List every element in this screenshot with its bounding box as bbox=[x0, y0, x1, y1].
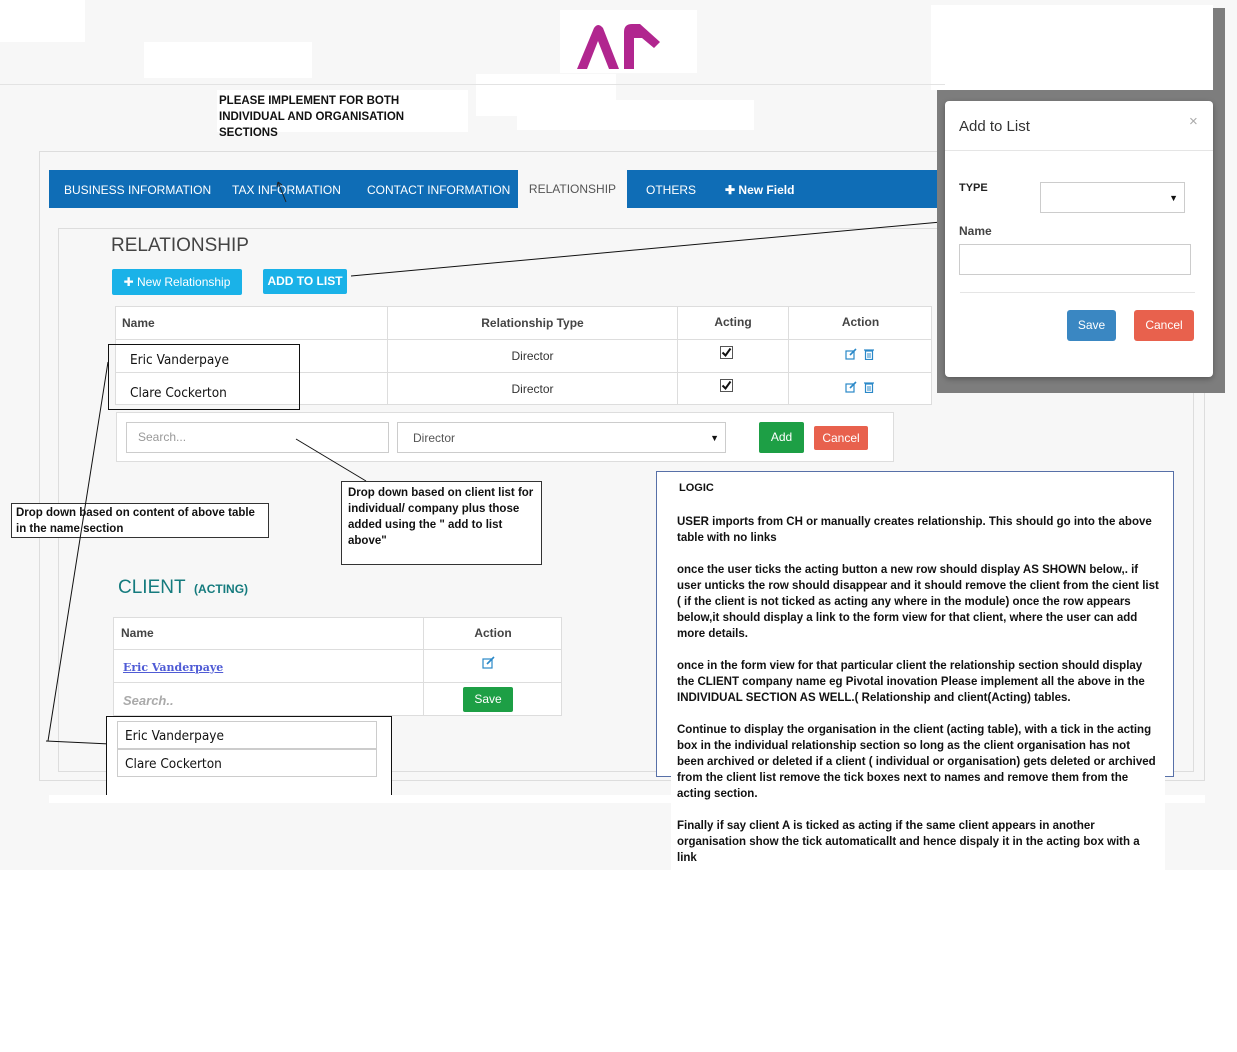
edit-icon[interactable] bbox=[482, 656, 495, 669]
client-title: CLIENT (ACTING) bbox=[118, 577, 248, 599]
logic-paragraph: Continue to display the organisation in … bbox=[677, 724, 1156, 800]
logic-paragraph: once in the form view for that particula… bbox=[677, 660, 1145, 704]
client-dropdown-option[interactable]: Clare Cockerton bbox=[117, 749, 377, 777]
logic-paragraph: once the user ticks the acting button a … bbox=[677, 564, 1159, 640]
modal-type-select[interactable]: ▼ bbox=[1040, 182, 1185, 213]
modal-footer-divider bbox=[960, 292, 1195, 293]
client-table-hline-1 bbox=[113, 649, 562, 650]
client-search-input[interactable]: Search.. bbox=[123, 693, 174, 708]
modal-save-button[interactable]: Save bbox=[1067, 310, 1116, 341]
client-title-text: CLIENT bbox=[118, 577, 186, 598]
add-to-list-modal: Add to List × TYPE ▼ Name Save Cancel bbox=[945, 101, 1213, 377]
client-name-link[interactable]: Eric Vanderpaye bbox=[123, 661, 223, 674]
modal-name-input[interactable] bbox=[959, 244, 1191, 275]
modal-title: Add to List bbox=[959, 118, 1030, 135]
client-save-button[interactable]: Save bbox=[463, 687, 513, 712]
modal-backdrop-top bbox=[1213, 8, 1225, 90]
logic-note: LOGIC USER imports from CH or manually c… bbox=[671, 480, 1165, 870]
client-column-header-name: Name bbox=[121, 626, 154, 640]
client-column-header-action: Action bbox=[474, 626, 512, 640]
client-table-hline-2 bbox=[113, 682, 562, 683]
client-dropdown-option[interactable]: Eric Vanderpaye bbox=[117, 721, 377, 749]
client-title-subtitle: (ACTING) bbox=[194, 582, 249, 596]
modal-name-label: Name bbox=[959, 224, 992, 238]
caret-down-icon: ▼ bbox=[1169, 193, 1178, 203]
modal-header-divider bbox=[945, 150, 1213, 151]
logic-paragraph: USER imports from CH or manually creates… bbox=[677, 516, 1152, 544]
close-icon[interactable]: × bbox=[1189, 113, 1198, 130]
logic-paragraph: Finally if say client A is ticked as act… bbox=[677, 820, 1140, 864]
logic-heading: LOGIC bbox=[679, 482, 714, 494]
modal-type-label: TYPE bbox=[959, 182, 988, 194]
modal-cancel-button[interactable]: Cancel bbox=[1134, 310, 1194, 341]
